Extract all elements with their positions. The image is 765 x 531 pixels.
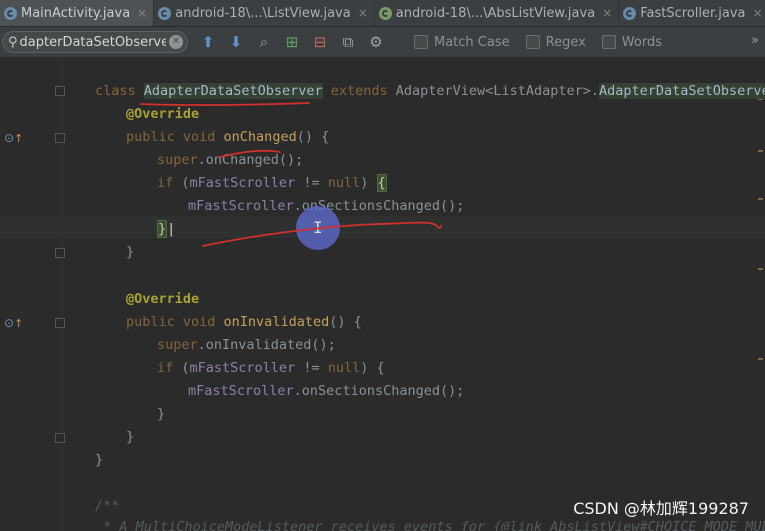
pen-annotations: [140, 102, 442, 247]
scribble-stroke: [202, 221, 442, 247]
underline-stroke: [219, 149, 281, 158]
underline-stroke: [140, 102, 310, 106]
watermark-text: CSDN @林加辉199287: [573, 499, 749, 518]
